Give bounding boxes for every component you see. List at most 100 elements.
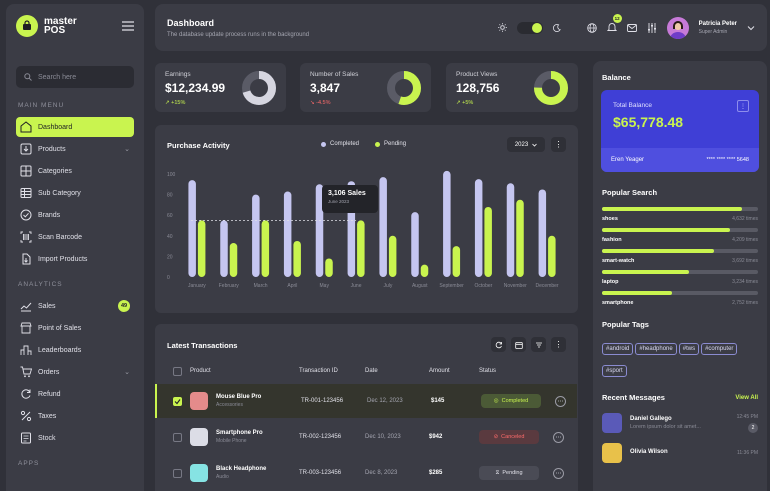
popular-search-item[interactable]: smartphone 2,752 times — [593, 291, 767, 306]
row-checkbox[interactable] — [173, 468, 182, 478]
purchase-activity-card: Purchase Activity Completed Pending 2023… — [155, 125, 578, 313]
trend-icon — [20, 300, 32, 312]
sidebar-item-sales[interactable]: Sales 49 — [16, 296, 134, 316]
mail-icon[interactable] — [626, 23, 637, 32]
theme-toggle[interactable] — [516, 21, 543, 34]
balance-label: Total Balance — [613, 102, 653, 109]
row-more-button[interactable]: ⋯ — [553, 467, 564, 479]
sidebar-item-refund[interactable]: Refund — [16, 384, 134, 404]
search-term: smart-watch — [602, 258, 635, 264]
logo-icon[interactable] — [16, 15, 38, 37]
popular-search-title: Popular Search — [602, 188, 658, 197]
refresh-icon — [495, 341, 502, 348]
stat-donut — [534, 71, 568, 105]
search-progress-fill — [602, 270, 690, 274]
col-date: Date — [365, 368, 378, 374]
row-checkbox[interactable] — [173, 396, 182, 406]
sidebar-item-orders[interactable]: Orders ⌄ — [16, 362, 134, 382]
table-row[interactable]: Smartphone Pro Mobile Phone TR-002-12345… — [155, 420, 577, 454]
tags-list: #android #headphone #tws #computer #sport — [593, 337, 767, 381]
tag-chip[interactable]: #sport — [602, 365, 627, 377]
stat-card-earnings[interactable]: Earnings $12,234.99 ↗ +15% — [155, 63, 286, 112]
card-menu-icon[interactable]: ⋮ — [737, 100, 749, 112]
transaction-date: Dec 12, 2023 — [367, 398, 403, 404]
calendar-button[interactable] — [511, 337, 526, 352]
row-more-button[interactable]: ⋯ — [553, 431, 564, 443]
transaction-id: TR-003-123456 — [299, 470, 342, 476]
sidebar: master POS Search here MAIN MENU Dashboa… — [6, 4, 144, 491]
popular-search-item[interactable]: smart-watch 3,692 times — [593, 249, 767, 264]
sidebar-item-label: Import Products — [38, 255, 88, 263]
tag-chip[interactable]: #headphone — [635, 343, 677, 355]
sliders-icon[interactable] — [647, 22, 657, 33]
stat-donut — [242, 71, 276, 105]
transactions-more-button[interactable]: ⋮ — [551, 337, 566, 352]
stat-delta-value: +15% — [171, 100, 186, 106]
sidebar-item-label: Sales — [38, 302, 56, 310]
bar-pending — [420, 264, 429, 277]
sidebar-item-products[interactable]: Products ⌄ — [16, 139, 134, 159]
search-input[interactable]: Search here — [16, 66, 134, 88]
transaction-id: TR-001-123456 — [301, 398, 344, 404]
stat-card-number-of-sales[interactable]: Number of Sales 3,847 ↘ -4.5% — [300, 63, 431, 112]
avatar — [602, 443, 622, 463]
avatar — [602, 413, 622, 433]
tag-chip[interactable]: #android — [602, 343, 634, 355]
x-tick-label: November — [504, 283, 527, 289]
chevron-down-icon[interactable] — [747, 25, 755, 31]
x-tick-label: October — [475, 283, 493, 289]
sidebar-item-categories[interactable]: Categories — [16, 161, 134, 181]
sidebar-item-stock[interactable]: Stock — [16, 428, 134, 448]
stock-icon — [20, 432, 32, 444]
sidebar-item-taxes[interactable]: Taxes — [16, 406, 134, 426]
table-row[interactable]: Mouse Blue Pro Accessories TR-001-123456… — [155, 384, 577, 418]
sidebar-item-point-of-sales[interactable]: Point of Sales — [16, 318, 134, 338]
message-item[interactable]: Daniel Gallego Lorem ipsum dolor sit ame… — [593, 408, 767, 438]
popular-search-item[interactable]: laptop 3,234 times — [593, 270, 767, 285]
stat-card-product-views[interactable]: Product Views 128,756 ↗ +5% — [446, 63, 578, 112]
view-all-link[interactable]: View All — [735, 395, 758, 401]
message-item[interactable]: Olivia Wilson 11:36 PM — [593, 438, 767, 468]
col-transaction-id: Transaction ID — [299, 368, 338, 374]
trend-up-icon: ↗ — [456, 100, 461, 106]
sidebar-item-label: Stock — [38, 434, 56, 442]
balance-amount: $65,778.48 — [613, 114, 684, 130]
sidebar-item-scan-barcode[interactable]: Scan Barcode — [16, 227, 134, 247]
tag-chip[interactable]: #tws — [678, 343, 700, 355]
chart-tooltip: 3,106 Sales June 2023 — [322, 185, 378, 213]
brand-line2: POS — [44, 25, 66, 36]
sidebar-item-leaderboards[interactable]: Leaderboards — [16, 340, 134, 360]
message-sender: Olivia Wilson — [630, 449, 668, 455]
avatar[interactable] — [666, 16, 689, 39]
home-icon — [20, 121, 32, 133]
row-checkbox[interactable] — [173, 432, 182, 442]
col-amount: Amount — [429, 368, 450, 374]
sidebar-item-brands[interactable]: Brands — [16, 205, 134, 225]
sidebar-item-import-products[interactable]: Import Products — [16, 249, 134, 269]
hamburger-menu-icon[interactable] — [122, 18, 134, 34]
status-text: Canceled — [501, 434, 525, 440]
row-more-button[interactable]: ⋯ — [555, 395, 566, 407]
refresh-button[interactable] — [491, 337, 506, 352]
search-placeholder: Search here — [38, 73, 77, 81]
search-term: fashion — [602, 237, 622, 243]
purchase-chart: 0 20 40 60 80 100 January February March April May… — [167, 170, 559, 289]
table-row[interactable]: Black Headphone Audio TR-003-123456 Dec … — [155, 456, 577, 490]
filter-button[interactable] — [531, 337, 546, 352]
popular-search-item[interactable]: shoes 4,632 times — [593, 207, 767, 222]
select-all-checkbox[interactable] — [173, 366, 182, 376]
page-subtitle: The database update process runs in the … — [167, 31, 310, 38]
sidebar-item-dashboard[interactable]: Dashboard — [16, 117, 134, 137]
sidebar-item-label: Dashboard — [38, 123, 73, 131]
balance-card[interactable]: Total Balance $65,778.48 ⋮ Eren Yeager *… — [601, 90, 759, 172]
popular-search-item[interactable]: fashion 4,209 times — [593, 228, 767, 243]
search-count: 4,632 times — [732, 216, 758, 222]
globe-icon[interactable] — [586, 22, 597, 33]
sidebar-item-sub-category[interactable]: Sub Category — [16, 183, 134, 203]
sidebar-item-label: Categories — [38, 167, 72, 175]
tag-chip[interactable]: #computer — [701, 343, 738, 355]
calendar-icon — [514, 341, 523, 349]
barcode-icon — [20, 231, 32, 243]
notification-button[interactable]: 12 — [606, 13, 622, 37]
x-tick-label: May — [320, 283, 330, 289]
